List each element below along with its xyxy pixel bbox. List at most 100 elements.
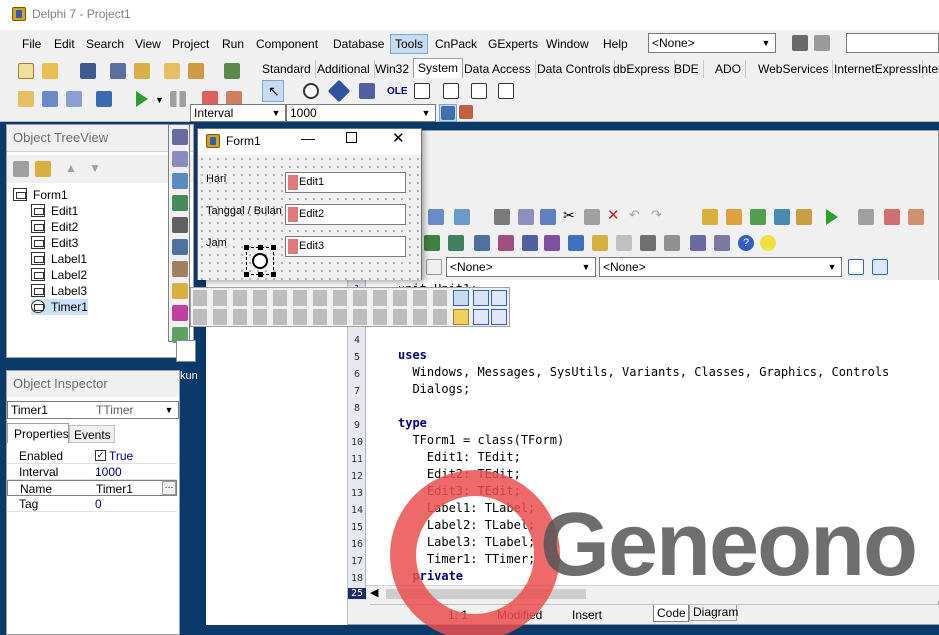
component-dde-server-conv[interactable] (469, 81, 489, 101)
tree-item-label2[interactable]: Label2 (31, 267, 87, 283)
save-all-button[interactable] (108, 61, 128, 81)
align-center-button[interactable] (870, 257, 890, 277)
editor-tool-31[interactable] (688, 233, 708, 253)
view-form-button[interactable] (40, 89, 60, 109)
palette-tool-8[interactable] (170, 281, 190, 301)
tab-additional[interactable]: Additional (313, 60, 375, 78)
open-project-button[interactable] (132, 61, 152, 81)
editor-tool-2[interactable] (452, 207, 472, 227)
property-value[interactable]: Timer1 (96, 482, 133, 496)
tree-item-label3[interactable]: Label3 (31, 283, 87, 299)
tab-internet[interactable]: Inter (914, 60, 939, 78)
label-tanggal-bulan[interactable]: Tanggal / Bulan (206, 205, 282, 217)
menu-run[interactable]: Run (218, 34, 248, 54)
menu-file[interactable]: File (18, 34, 45, 54)
palette-tool-7[interactable] (170, 259, 190, 279)
pause-button[interactable] (168, 89, 188, 109)
editor-tool-17[interactable] (856, 207, 876, 227)
component-dde-client-item[interactable] (441, 81, 461, 101)
new-button[interactable] (16, 61, 36, 81)
tab-ado[interactable]: ADO (711, 60, 747, 78)
tab-bde[interactable]: BDE (670, 60, 704, 78)
selection-handle[interactable] (271, 245, 276, 250)
tab-dbexpress[interactable]: dbExpress (609, 60, 675, 78)
editor-tool-7[interactable] (582, 207, 602, 227)
editor-tool-15[interactable] (794, 207, 814, 227)
menu-project[interactable]: Project (168, 34, 213, 54)
editor-tool-24[interactable] (520, 233, 540, 253)
component-dde-client-conv[interactable] (412, 81, 432, 101)
palette-tool-1[interactable] (170, 127, 190, 147)
property-row-tag[interactable]: Tag 0 (7, 496, 177, 512)
palette-tool-5[interactable] (170, 215, 190, 235)
class-selector-combo[interactable]: <None> ▼ (446, 257, 596, 277)
pointer-tool[interactable]: ↖ (262, 80, 284, 102)
palette-tool-4[interactable] (170, 193, 190, 213)
editor-tool-19[interactable] (906, 207, 926, 227)
property-name-combo[interactable]: Interval ▼ (190, 104, 286, 122)
menu-view[interactable]: View (131, 34, 165, 54)
save-desktop-button[interactable] (790, 33, 810, 53)
menu-gexperts[interactable]: GExperts (484, 34, 542, 54)
tab-internetexpress[interactable]: InternetExpress (830, 60, 924, 78)
editor-tool-3[interactable] (492, 207, 512, 227)
tab-webservices[interactable]: WebServices (754, 60, 834, 78)
timer1-component[interactable] (244, 245, 276, 277)
open-button[interactable] (40, 61, 60, 81)
editor-tool-14[interactable] (772, 207, 792, 227)
help-contents-button[interactable] (222, 61, 242, 81)
method-selector-combo[interactable]: <None> ▼ (599, 257, 842, 277)
align-left-button[interactable] (846, 257, 866, 277)
tree-item-edit1[interactable]: Edit1 (31, 203, 78, 219)
selection-handle[interactable] (271, 272, 276, 277)
add-file-button[interactable] (162, 61, 182, 81)
form1-client-area[interactable]: Hari Tanggal / Bulan Jam Edit1 Edit2 Edi… (198, 155, 421, 280)
tree-item-edit3[interactable]: Edit3 (31, 235, 78, 251)
set-debug-desktop-button[interactable] (812, 33, 832, 53)
tab-events[interactable]: Events (69, 425, 115, 443)
palette-tool-9[interactable] (170, 303, 190, 323)
tab-diagram[interactable]: Diagram (689, 605, 738, 621)
editor-tool-1[interactable] (426, 207, 446, 227)
desktop-file-icon[interactable] (176, 340, 196, 362)
move-down-icon[interactable]: ▼ (89, 161, 101, 175)
new-form-button[interactable] (94, 89, 114, 109)
editor-tool-28[interactable] (614, 233, 634, 253)
selection-handle[interactable] (244, 245, 249, 250)
selection-handle[interactable] (258, 245, 263, 250)
ole-container-label[interactable]: OLE (387, 86, 408, 97)
menu-tools[interactable]: Tools (390, 34, 429, 54)
send-to-back-icon[interactable] (491, 309, 507, 325)
selection-handle[interactable] (244, 272, 249, 277)
desktop-config-combo[interactable]: <None> ▼ (648, 33, 776, 53)
search-combo[interactable] (846, 33, 939, 53)
editor-tool-20[interactable] (422, 233, 442, 253)
view-unit-button[interactable] (16, 89, 36, 109)
scroll-left-icon[interactable]: ◀ (370, 586, 378, 599)
editor-run-button[interactable] (822, 207, 842, 227)
tab-code[interactable]: Code (653, 605, 689, 622)
component-mediaplayer[interactable] (357, 81, 377, 101)
menu-window[interactable]: Window (542, 34, 593, 54)
palette-tool-2[interactable] (170, 149, 190, 169)
tab-data-access[interactable]: Data Access (460, 60, 536, 78)
editor-tool-4[interactable] (516, 207, 536, 227)
treeview-delete-button[interactable] (33, 159, 53, 179)
editor-tool-11[interactable] (700, 207, 720, 227)
property-row-enabled[interactable]: Enabled ✓ True (7, 448, 177, 464)
selection-handle[interactable] (258, 272, 263, 277)
delete-button[interactable]: ✕ (604, 207, 624, 227)
tree-item-edit2[interactable]: Edit2 (31, 219, 78, 235)
editor-tool-5[interactable] (538, 207, 558, 227)
editor-tool-32[interactable] (712, 233, 732, 253)
enabled-checkbox[interactable]: ✓ (95, 450, 106, 461)
menu-cnpack[interactable]: CnPack (431, 34, 481, 54)
property-value-combo[interactable]: 1000 ▼ (286, 104, 436, 122)
property-row-name[interactable]: Name Timer1 ··· (7, 480, 177, 496)
editor-tool-12[interactable] (724, 207, 744, 227)
bring-to-front-icon[interactable] (473, 309, 489, 325)
form1-designer-window[interactable]: Form1 — ✕ Hari Tanggal / Bulan Jam Edit1… (197, 128, 422, 280)
inspector-object-selector[interactable]: Timer1 TTimer ▼ (7, 401, 179, 419)
close-button[interactable]: ✕ (392, 129, 405, 147)
tab-win32[interactable]: Win32 (371, 60, 415, 78)
